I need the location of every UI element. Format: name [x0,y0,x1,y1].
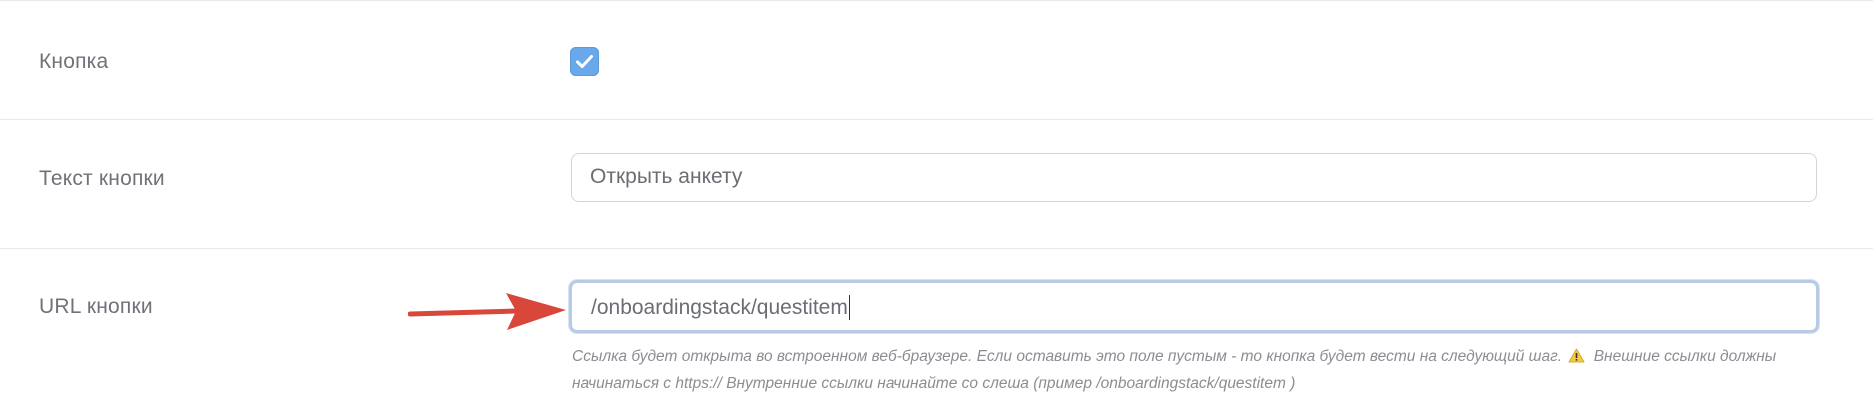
button-enabled-label: Кнопка [39,50,109,73]
button-url-hint: Ссылка будет открыта во встроенном веб-б… [572,345,1822,396]
button-enabled-row: Кнопка [0,0,1873,120]
settings-form: Кнопка Текст кнопки Открыть анкету URL к… [0,0,1873,417]
button-url-row: URL кнопки /onboardingstack/questitem Сс… [0,249,1873,417]
button-url-input[interactable]: /onboardingstack/questitem [569,280,1819,333]
button-enabled-checkbox[interactable] [570,47,599,76]
button-url-value: /onboardingstack/questitem [591,296,848,319]
button-text-input[interactable]: Открыть анкету [571,153,1817,202]
hint-text-part1: Ссылка будет открыта во встроенном веб-б… [572,348,1563,365]
button-text-row: Текст кнопки Открыть анкету [0,119,1873,249]
red-arrow-icon [407,290,568,341]
button-text-value: Открыть анкету [590,165,743,188]
button-text-label: Текст кнопки [39,167,165,190]
warning-icon [1568,347,1585,372]
button-url-label: URL кнопки [39,295,153,318]
check-icon [576,55,593,68]
text-caret [848,294,851,320]
